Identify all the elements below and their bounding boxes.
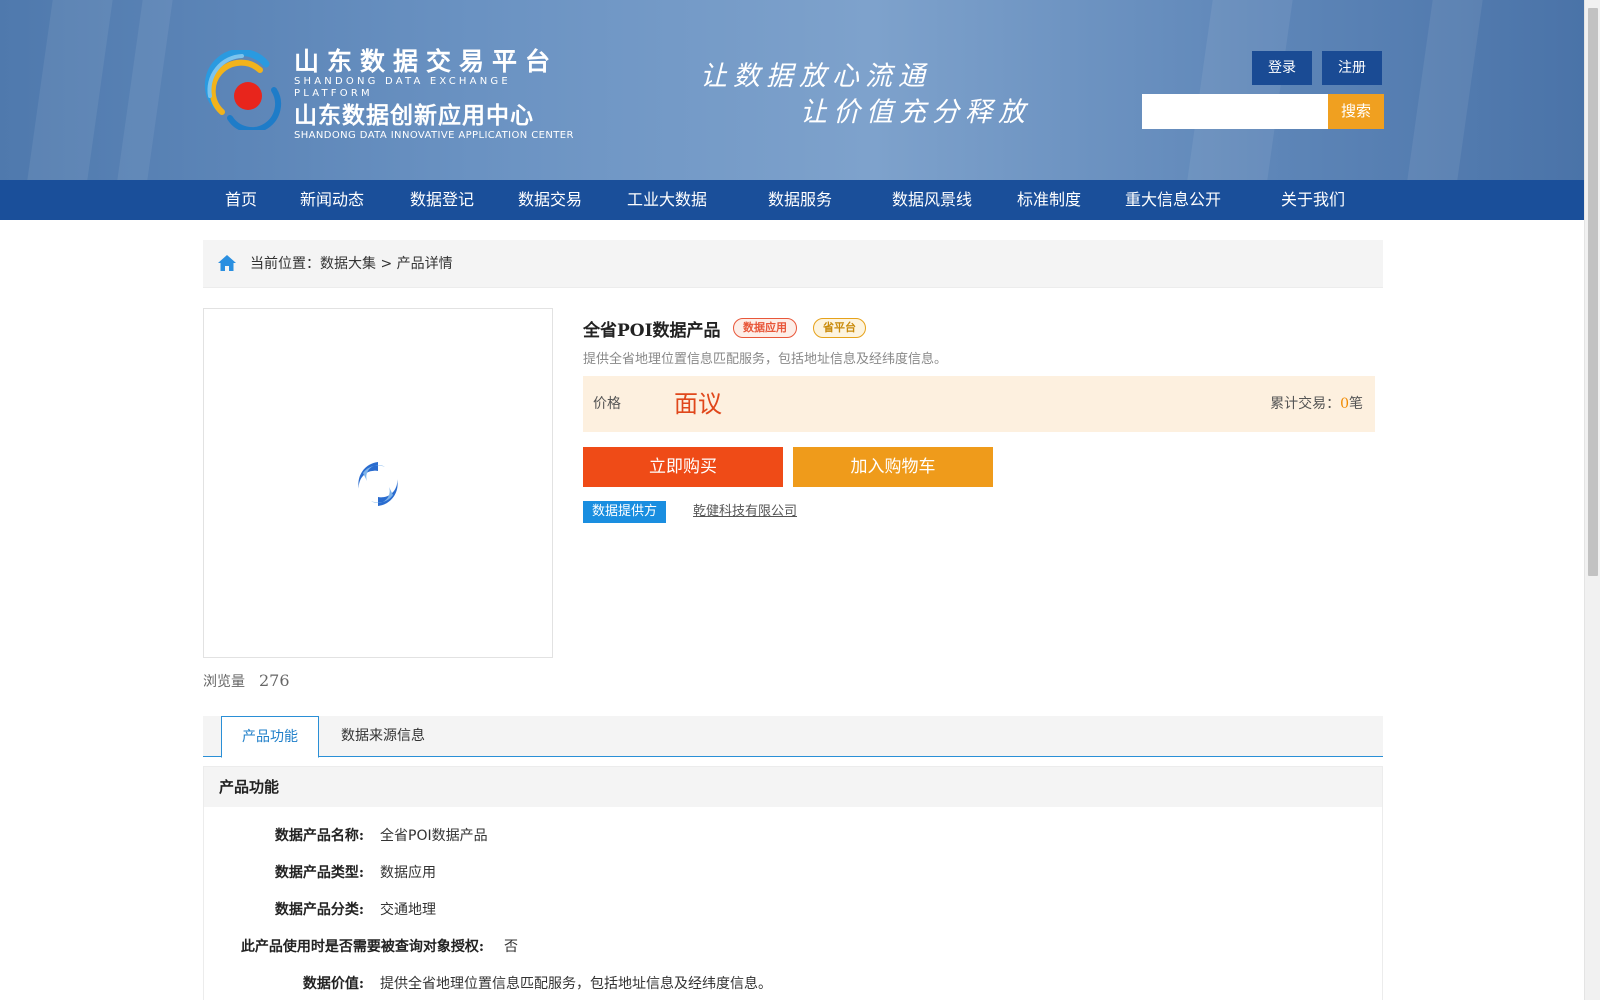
product-description: 提供全省地理位置信息匹配服务，包括地址信息及经纬度信息。 [583,352,948,367]
trade-count-label: 累计交易： [1270,396,1341,412]
add-to-cart-button[interactable]: 加入购物车 [793,447,993,487]
header-decoration [1407,0,1483,180]
product-tag-type: 数据应用 [733,318,797,338]
detail-key-category: 数据产品分类: [274,902,364,918]
register-button[interactable]: 注册 [1322,51,1382,85]
detail-tabs: 产品功能 数据来源信息 [203,716,1383,758]
breadcrumb-separator: > [376,256,397,272]
home-icon [218,255,236,271]
price-label: 价格 [593,396,621,412]
detail-value-category: 交通地理 [380,902,436,918]
detail-key-authorization: 此产品使用时是否需要被查询对象授权: [240,939,484,955]
logo-title-en: SHANDONG DATA EXCHANGE PLATFORM [294,76,511,99]
buy-now-button[interactable]: 立即购买 [583,447,783,487]
section-heading: 产品功能 [204,767,1382,807]
header-decoration [117,0,173,180]
detail-value-type: 数据应用 [380,865,436,881]
nav-item-disclosure[interactable]: 重大信息公开 [1125,180,1221,220]
trade-count: 累计交易：0笔 [1270,376,1363,432]
header-decoration [27,0,113,180]
provider-badge: 数据提供方 [583,501,667,523]
detail-key-value: 数据价值: [302,976,364,992]
detail-row-key: 此产品使用时是否需要被查询对象授权: [230,937,484,957]
detail-value-authorization: 否 [504,939,518,955]
detail-row-key: 数据价值: [240,974,364,994]
nav-item-industrial-big-data[interactable]: 工业大数据 [627,180,707,220]
header-decoration [1187,0,1293,180]
logo-emblem-icon [204,50,282,130]
detail-row-key: 数据产品类型: [240,863,364,883]
detail-row-key: 数据产品分类: [240,900,364,920]
site-header: 山东数据交易平台 SHANDONG DATA EXCHANGE PLATFORM… [0,0,1584,180]
nav-item-home[interactable]: 首页 [225,180,257,220]
product-features-section: 产品功能 [203,766,1383,1000]
price-value: 面议 [674,390,722,418]
login-button[interactable]: 登录 [1252,51,1312,85]
nav-item-data-scenery[interactable]: 数据风景线 [892,180,972,220]
nav-item-data-trading[interactable]: 数据交易 [518,180,582,220]
view-count-label: 浏览量 [203,674,245,690]
page-scrollbar[interactable] [1584,0,1600,1000]
logo-title-cn: 山东数据交易平台 [294,47,559,76]
breadcrumb-item-data-market[interactable]: 数据大集 [320,256,376,272]
breadcrumb-item-product-detail: 产品详情 [396,256,453,272]
product-tag-platform: 省平台 [813,318,866,338]
detail-value-name: 全省POI数据产品 [380,828,488,844]
tab-data-source[interactable]: 数据来源信息 [338,716,428,757]
trade-count-unit: 笔 [1349,396,1363,412]
breadcrumb-prefix: 当前位置： [250,256,320,272]
provider-link[interactable]: 乾健科技有限公司 [693,501,797,523]
slogan-line-2: 让价值充分释放 [800,97,1031,128]
detail-key-name: 数据产品名称: [274,828,364,844]
view-count: 浏览量 276 [203,671,290,691]
logo-subtitle-en: SHANDONG DATA INNOVATIVE APPLICATION CEN… [294,130,574,141]
detail-key-type: 数据产品类型: [274,865,364,881]
trade-count-value: 0 [1340,396,1349,412]
nav-item-data-registration[interactable]: 数据登记 [410,180,474,220]
product-logo-icon [358,462,398,506]
detail-value-value: 提供全省地理位置信息匹配服务，包括地址信息及经纬度信息。 [380,976,772,992]
detail-row-key: 数据产品名称: [240,826,364,846]
site-logo[interactable]: 山东数据交易平台 SHANDONG DATA EXCHANGE PLATFORM… [202,48,582,141]
slogan-line-1: 让数据放心流通 [700,61,931,92]
product-image [203,308,553,658]
main-nav: 首页 新闻动态 数据登记 数据交易 工业大数据 数据服务 数据风景线 标准制度 … [0,180,1584,220]
nav-item-data-services[interactable]: 数据服务 [768,180,832,220]
search-input[interactable] [1142,94,1328,129]
breadcrumb-trail: 当前位置：数据大集 > 产品详情 [250,240,453,288]
nav-item-standards[interactable]: 标准制度 [1017,180,1081,220]
breadcrumb: 当前位置：数据大集 > 产品详情 [203,240,1383,288]
nav-item-news[interactable]: 新闻动态 [300,180,364,220]
tab-product-features[interactable]: 产品功能 [221,716,319,758]
search-button[interactable]: 搜索 [1328,94,1384,129]
scrollbar-thumb[interactable] [1588,8,1598,576]
nav-item-about-us[interactable]: 关于我们 [1281,180,1345,220]
view-count-value: 276 [259,671,290,690]
logo-subtitle-cn: 山东数据创新应用中心 [294,103,534,129]
logo-text: 山东数据交易平台 SHANDONG DATA EXCHANGE PLATFORM… [294,48,582,142]
price-panel: 价格 面议 累计交易：0笔 [583,376,1375,432]
product-title: 全省POI数据产品 [583,321,721,341]
